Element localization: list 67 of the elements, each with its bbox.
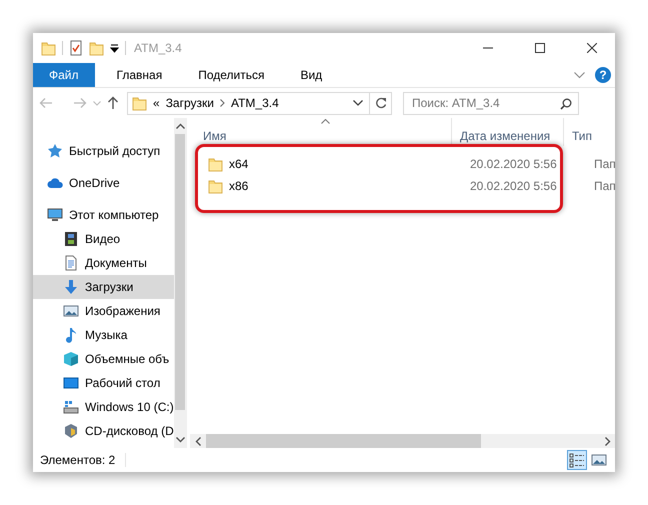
view-button[interactable] bbox=[567, 450, 587, 470]
ribbon-tab[interactable]: Файл bbox=[33, 63, 95, 87]
scroll-right-icon[interactable] bbox=[604, 436, 611, 446]
vertical-scrollbar[interactable] bbox=[174, 118, 187, 448]
column-header[interactable]: Имя bbox=[190, 118, 452, 146]
search-field[interactable]: Поиск: ATM_3.4 bbox=[403, 92, 579, 114]
window-title: ATM_3.4 bbox=[134, 41, 183, 55]
date-cell-text: 20.02.2020 5:56 bbox=[469, 157, 558, 171]
sort-caret-icon bbox=[320, 119, 330, 124]
document-icon bbox=[63, 255, 79, 271]
nav-item[interactable]: Загрузки bbox=[33, 275, 174, 299]
nav-item[interactable]: OneDrive bbox=[33, 171, 174, 195]
ribbon-tab[interactable]: Вид bbox=[286, 63, 336, 87]
column-header[interactable]: Дата изменения bbox=[452, 118, 564, 146]
dropdown-icon[interactable] bbox=[110, 43, 119, 53]
ribbon-tab[interactable]: Поделиться bbox=[184, 63, 278, 87]
file-name-cell[interactable]: x86 bbox=[190, 178, 466, 194]
down-arrow-icon bbox=[63, 279, 79, 295]
type-cell-text: Пап bbox=[593, 179, 615, 193]
horizontal-scrollbar[interactable] bbox=[190, 434, 615, 448]
nav-item[interactable]: Документы bbox=[33, 251, 174, 275]
details-view-icon bbox=[569, 452, 585, 468]
up-arrow-icon[interactable] bbox=[107, 96, 119, 110]
nav-item[interactable]: Рабочий стол bbox=[33, 371, 174, 395]
type-cell-text: Пап bbox=[593, 157, 615, 171]
cube-icon bbox=[63, 351, 79, 367]
drive-icon bbox=[63, 399, 79, 415]
scroll-thumb[interactable] bbox=[206, 434, 481, 448]
close-icon[interactable] bbox=[587, 43, 597, 53]
folder-icon bbox=[208, 156, 223, 172]
refresh-icon[interactable] bbox=[374, 97, 386, 109]
nav-item[interactable]: Объемные объ bbox=[33, 347, 174, 371]
music-note-icon bbox=[63, 327, 79, 343]
nav-item[interactable]: CD-дисковод (D bbox=[33, 419, 174, 443]
nav-item[interactable]: Этот компьютер bbox=[33, 203, 174, 227]
nav-item[interactable]: Музыка bbox=[33, 323, 174, 347]
cd-drive-icon bbox=[63, 423, 79, 439]
breadcrumb[interactable]: ATM_3.4 bbox=[230, 96, 279, 110]
properties-icon[interactable] bbox=[69, 40, 83, 56]
scroll-thumb[interactable] bbox=[175, 134, 186, 410]
chevron-down-icon[interactable] bbox=[353, 100, 363, 106]
film-icon bbox=[63, 231, 79, 247]
ribbon-tab[interactable]: Главная bbox=[102, 63, 176, 87]
scroll-left-icon[interactable] bbox=[195, 436, 201, 446]
file-name-cell[interactable]: x64 bbox=[190, 156, 466, 172]
breadcrumb[interactable]: Загрузки bbox=[166, 96, 214, 110]
search-icon[interactable] bbox=[560, 98, 572, 110]
scroll-up-icon[interactable] bbox=[176, 123, 185, 129]
nav-item[interactable]: Изображения bbox=[33, 299, 174, 323]
folder-icon bbox=[132, 96, 147, 110]
monitor-icon bbox=[47, 207, 63, 223]
item-count: Элементов: 2 bbox=[40, 453, 126, 467]
chevron-right-icon bbox=[220, 99, 225, 107]
maximize-icon[interactable] bbox=[535, 43, 545, 53]
scroll-down-icon[interactable] bbox=[176, 437, 185, 443]
column-header[interactable]: Тип bbox=[564, 118, 615, 146]
date-cell-text: 20.02.2020 5:56 bbox=[469, 179, 558, 193]
large-icons-view-icon bbox=[591, 452, 607, 468]
picture-icon bbox=[63, 303, 79, 319]
overflow-chevrons[interactable]: « bbox=[153, 96, 160, 110]
nav-item[interactable]: Windows 10 (C:) bbox=[33, 395, 174, 419]
help-icon[interactable]: ? bbox=[595, 67, 611, 83]
address-bar[interactable]: « Загрузки ATM_3.4 bbox=[127, 92, 392, 114]
desktop-icon bbox=[63, 375, 79, 391]
nav-item[interactable]: Быстрый доступ bbox=[33, 139, 174, 163]
folder-icon bbox=[208, 178, 223, 194]
nav-item[interactable]: Видео bbox=[33, 227, 174, 251]
